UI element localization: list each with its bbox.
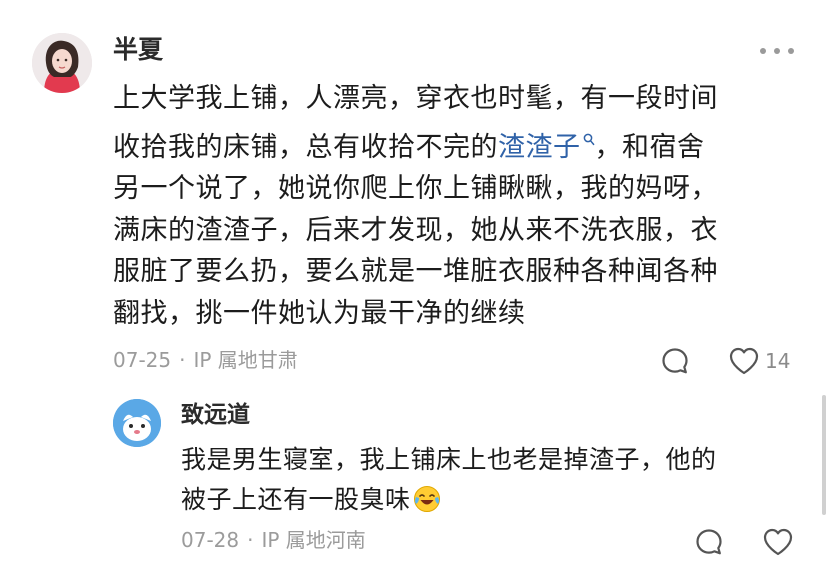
comment-text: 上大学我上铺，人漂亮，穿衣也时髦，有一段时间 收拾我的床铺，总有收拾不完的渣渣子… [113, 78, 803, 334]
ip-location: IP 属地甘肃 [193, 348, 298, 372]
keyword-link-text: 渣渣子 [498, 131, 581, 163]
more-dot [760, 48, 766, 54]
reply-date: 07-28 [181, 528, 240, 552]
like-count: 14 [765, 349, 791, 373]
comment-line: 收拾我的床铺，总有收拾不完的渣渣子 ，和宿舍 [113, 120, 803, 169]
reply-author-name[interactable]: 致远道 [181, 399, 250, 431]
avatar[interactable] [32, 33, 92, 93]
ip-location: IP 属地河南 [261, 528, 366, 552]
reply-line: 我是男生寝室，我上铺床上也老是掉渣子，他的 [181, 445, 717, 474]
comment-meta: 07-25 · IP 属地甘肃 [113, 346, 298, 374]
reply-line: 被子上还有一股臭味 [181, 480, 801, 520]
more-dot [788, 48, 794, 54]
search-link-icon [583, 131, 595, 150]
user-avatar-image [113, 399, 161, 447]
more-options-icon[interactable] [760, 44, 794, 58]
scrollbar[interactable] [822, 395, 826, 515]
comment-line: 翻找，挑一件她认为最干净的继续 [113, 297, 526, 329]
reply-text: 我是男生寝室，我上铺床上也老是掉渣子，他的 被子上还有一股臭味 [181, 440, 801, 520]
keyword-link[interactable]: 渣渣子 [498, 132, 595, 163]
reply-line-segment: 被子上还有一股臭味 [181, 485, 411, 514]
reply-avatar[interactable] [113, 399, 161, 447]
user-avatar-image [32, 33, 92, 93]
comment-line-segment: 收拾我的床铺，总有收拾不完的 [113, 131, 498, 163]
comment-date: 07-25 [113, 348, 172, 372]
more-dot [774, 48, 780, 54]
comment-line: 服脏了要么扔，要么就是一堆脏衣服种各种闻各种 [113, 256, 718, 287]
author-name[interactable]: 半夏 [113, 33, 163, 67]
meta-separator: · [247, 528, 254, 552]
comment-line: 上大学我上铺，人漂亮，穿衣也时髦，有一段时间 [113, 83, 718, 114]
heart-icon[interactable] [762, 527, 794, 557]
reply-meta: 07-28 · IP 属地河南 [181, 526, 366, 554]
comment-line: 满床的渣渣子，后来才发现，她从来不洗衣服，衣 [113, 214, 718, 246]
comment-line-segment: ，和宿舍 [594, 131, 705, 163]
heart-icon[interactable] [728, 346, 760, 376]
meta-separator: · [179, 348, 186, 372]
reply-bubble-icon[interactable] [660, 346, 690, 376]
crying-laughing-emoji-icon [413, 485, 441, 513]
comment-thread: 半夏 上大学我上铺，人漂亮，穿衣也时髦，有一段时间 收拾我的床铺，总有收拾不完的… [0, 0, 828, 587]
comment-line: 另一个说了，她说你爬上你上铺瞅瞅，我的妈呀， [113, 173, 718, 204]
reply-bubble-icon[interactable] [694, 527, 724, 557]
